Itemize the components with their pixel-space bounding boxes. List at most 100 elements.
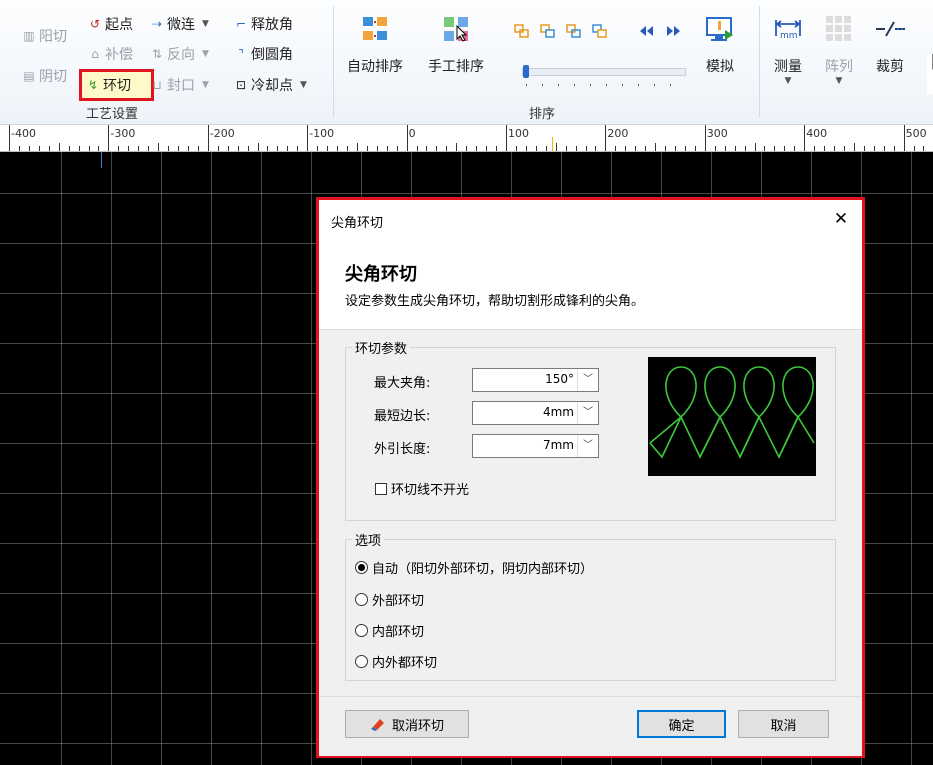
simulate-icon [706, 17, 733, 41]
lead-length-combo[interactable]: 7mm ﹀ [472, 434, 599, 458]
yin-cut-button[interactable]: ▤ 阴切 [22, 66, 67, 86]
array-dropdown-icon[interactable]: ▼ [836, 76, 843, 86]
reverse-dropdown-icon[interactable]: ▼ [202, 49, 209, 59]
ruler-tick [456, 143, 458, 151]
max-angle-combo[interactable]: 150° ﹀ [472, 368, 599, 392]
ruler-tick [804, 125, 806, 151]
ruler-tick [774, 146, 776, 151]
sort-order-3-icon[interactable] [566, 24, 582, 38]
ruler-tick [913, 146, 915, 151]
radio-dot[interactable] [355, 593, 368, 606]
seal-dropdown-icon[interactable]: ▼ [202, 80, 209, 90]
chevron-down-icon[interactable]: ﹀ [577, 435, 598, 457]
simulation-slider[interactable] [522, 65, 686, 78]
radio-dot[interactable] [355, 655, 368, 668]
ruler-tick [724, 146, 726, 151]
compensate-icon: ⌂ [91, 47, 99, 61]
micro-joint-dropdown-icon[interactable]: ▼ [202, 19, 209, 29]
ruler-tick [575, 146, 577, 151]
compensate-button[interactable]: ⌂ 补偿 [88, 44, 133, 64]
chevron-down-icon[interactable]: ﹀ [577, 402, 598, 424]
auto-sort-button[interactable]: 自动排序 [347, 14, 403, 76]
chevron-down-icon[interactable]: ﹀ [577, 369, 598, 391]
ruler-tick [883, 146, 885, 151]
round-corner-button[interactable]: ⌝ 倒圆角 [234, 44, 293, 64]
radio-dot[interactable] [355, 624, 368, 637]
array-button[interactable]: 阵列 ▼ [824, 14, 854, 86]
cooling-point-dropdown-icon[interactable]: ▼ [300, 80, 307, 90]
ruler-label: -200 [209, 127, 235, 140]
ruler-tick [655, 143, 657, 151]
ruler-tick [466, 146, 468, 151]
ok-button[interactable]: 确定 [637, 710, 726, 738]
ruler-tick [158, 143, 160, 151]
cancel-button[interactable]: 取消 [738, 710, 829, 738]
yang-cut-button[interactable]: ▥ 阳切 [22, 26, 67, 46]
ruler-tick [227, 146, 229, 151]
ruler-label: 200 [607, 127, 629, 140]
max-angle-value: 150° [545, 372, 574, 386]
radio-outer[interactable]: 外部环切 [355, 590, 424, 609]
ruler-label: 300 [706, 127, 728, 140]
sort-order-1-icon[interactable] [514, 24, 530, 38]
fast-forward-icon[interactable] [666, 24, 682, 38]
ruler-tick [58, 143, 60, 151]
ruler-tick [396, 146, 398, 151]
sort-order-4-icon[interactable] [592, 24, 608, 38]
dialog-title: 尖角环切 [331, 216, 384, 231]
seal-button[interactable]: ⊔ 封口 ▼ [150, 75, 209, 95]
overflow-ribbon-button[interactable]: ▐ [927, 54, 933, 94]
group-divider [333, 6, 334, 118]
rewind-icon[interactable] [638, 24, 654, 38]
ruler-tick [645, 146, 647, 151]
close-icon[interactable]: ✕ [829, 208, 853, 230]
start-point-icon: ↺ [89, 17, 101, 31]
no-laser-checkbox[interactable]: 环切线不开光 [375, 479, 469, 498]
simulate-button[interactable]: 模拟 [705, 14, 735, 76]
cooling-point-icon: ⊡ [235, 78, 247, 92]
ruler-tick [346, 146, 348, 151]
checkbox-box[interactable] [375, 482, 387, 495]
ruler-tick [48, 146, 50, 151]
ruler-tick [615, 146, 617, 151]
ruler-tick [247, 146, 249, 151]
radio-auto[interactable]: 自动（阳切外部环切，阴切内部环切） [355, 558, 593, 577]
measure-button[interactable]: mm 测量 ▼ [773, 14, 803, 86]
ruler-tick [297, 146, 299, 151]
craft-group-label: 工艺设置 [86, 107, 139, 122]
ruler-tick [416, 146, 418, 151]
crop-button[interactable]: 裁剪 [875, 14, 905, 76]
radio-dot[interactable] [355, 561, 368, 574]
radio-inner[interactable]: 内部环切 [355, 621, 424, 640]
sort-order-2-icon[interactable] [540, 24, 556, 38]
dialog-heading: 尖角环切 [345, 264, 417, 285]
ruler-tick [207, 125, 209, 151]
simulation-slider-thumb[interactable] [523, 65, 529, 78]
micro-joint-button[interactable]: ⇢ 微连 ▼ [150, 14, 209, 34]
ruler-label: 0 [408, 127, 416, 140]
ruler-cursor-marker [552, 137, 553, 151]
min-edge-combo[interactable]: 4mm ﹀ [472, 401, 599, 425]
cooling-point-button[interactable]: ⊡ 冷却点 ▼ [234, 75, 307, 95]
radio-both[interactable]: 内外都环切 [355, 652, 437, 671]
ruler-tick [28, 146, 30, 151]
release-corner-button[interactable]: ⌐ 释放角 [234, 14, 293, 34]
ruler-tick [386, 146, 388, 151]
ruler-tick [257, 143, 259, 151]
cancel-loop-button[interactable]: 取消环切 [345, 710, 469, 738]
ruler-tick [794, 146, 796, 151]
simulation-slider-ticks [526, 84, 686, 86]
start-point-button[interactable]: ↺ 起点 [88, 14, 133, 34]
ruler-tick [168, 146, 170, 151]
ruler-tick [814, 146, 816, 151]
ruler-tick [187, 146, 189, 151]
ruler-tick [197, 146, 199, 151]
ruler-tick [665, 146, 667, 151]
manual-sort-button[interactable]: 手工排序 [428, 14, 484, 76]
ruler-tick [893, 146, 895, 151]
group-divider [759, 6, 760, 118]
ruler-tick [545, 146, 547, 151]
loop-cut-button[interactable]: ↯ 环切 [86, 75, 131, 95]
measure-dropdown-icon[interactable]: ▼ [785, 76, 792, 86]
reverse-button[interactable]: ⇅ 反向 ▼ [150, 44, 209, 64]
